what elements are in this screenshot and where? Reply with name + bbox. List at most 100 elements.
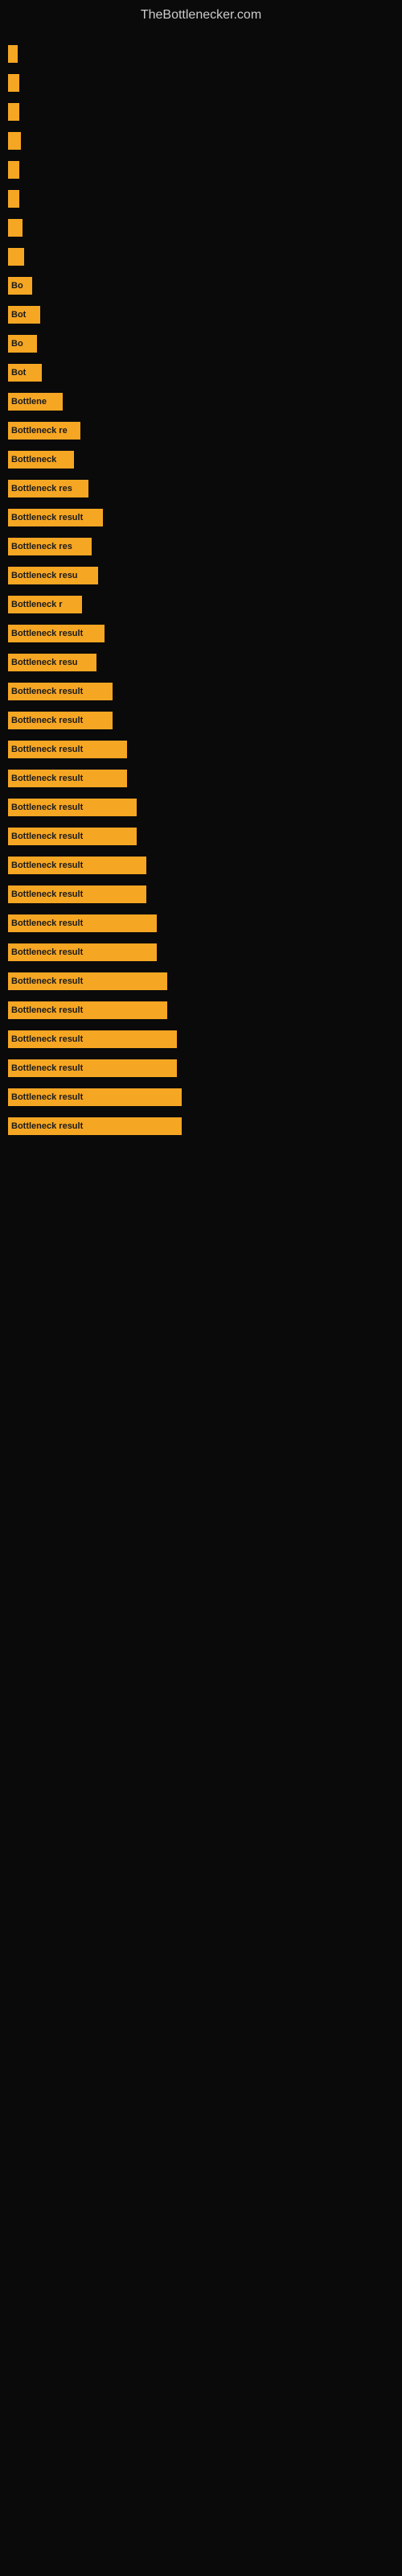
bar-36: Bottleneck result [8, 1059, 177, 1077]
bar-15: Bottleneck [8, 451, 74, 469]
bar-label-34: Bottleneck result [11, 1005, 83, 1015]
bar-label-13: Bottlene [11, 397, 47, 407]
bar-2 [8, 74, 19, 92]
bar-label-28: Bottleneck result [11, 832, 83, 841]
bar-row: Bottleneck re [8, 419, 394, 442]
bar-7 [8, 219, 23, 237]
bar-row: Bottleneck resu [8, 564, 394, 587]
bar-label-29: Bottleneck result [11, 861, 83, 870]
bar-row: Bottleneck result [8, 767, 394, 790]
bar-label-24: Bottleneck result [11, 716, 83, 725]
bar-20: Bottleneck r [8, 596, 82, 613]
bar-label-19: Bottleneck resu [11, 571, 78, 580]
bar-row [8, 246, 394, 268]
bar-37: Bottleneck result [8, 1088, 182, 1106]
bar-18: Bottleneck res [8, 538, 92, 555]
bar-row [8, 130, 394, 152]
bar-26: Bottleneck result [8, 770, 127, 787]
bar-21: Bottleneck result [8, 625, 105, 642]
bar-row: Bottleneck result [8, 709, 394, 732]
bar-9: Bo [8, 277, 32, 295]
bar-label-22: Bottleneck resu [11, 658, 78, 667]
bar-row: Bottleneck res [8, 535, 394, 558]
site-title-container: TheBottlenecker.com [0, 0, 402, 27]
bar-33: Bottleneck result [8, 972, 167, 990]
bar-row: Bottleneck result [8, 796, 394, 819]
bar-label-25: Bottleneck result [11, 745, 83, 754]
bar-row: Bot [8, 303, 394, 326]
bar-label-9: Bo [11, 281, 23, 291]
bar-label-15: Bottleneck [11, 455, 56, 464]
bar-row: Bottleneck resu [8, 651, 394, 674]
bar-row [8, 72, 394, 94]
bar-19: Bottleneck resu [8, 567, 98, 584]
bar-31: Bottleneck result [8, 914, 157, 932]
bar-label-36: Bottleneck result [11, 1063, 83, 1073]
bar-label-20: Bottleneck r [11, 600, 63, 609]
bar-row: Bottleneck result [8, 999, 394, 1022]
bar-label-32: Bottleneck result [11, 947, 83, 957]
bar-label-38: Bottleneck result [11, 1121, 83, 1131]
bar-12: Bot [8, 364, 42, 382]
bar-label-21: Bottleneck result [11, 629, 83, 638]
bar-30: Bottleneck result [8, 886, 146, 903]
bar-27: Bottleneck result [8, 799, 137, 816]
bar-1 [8, 45, 18, 63]
bar-row: Bottleneck res [8, 477, 394, 500]
bar-8 [8, 248, 24, 266]
bar-row: Bot [8, 361, 394, 384]
bar-label-31: Bottleneck result [11, 919, 83, 928]
bar-32: Bottleneck result [8, 943, 157, 961]
bar-3 [8, 103, 19, 121]
bar-label-11: Bo [11, 339, 23, 349]
bar-14: Bottleneck re [8, 422, 80, 440]
bar-24: Bottleneck result [8, 712, 113, 729]
bar-row: Bo [8, 332, 394, 355]
bar-row: Bottleneck result [8, 506, 394, 529]
bar-4 [8, 132, 21, 150]
bar-row: Bottleneck result [8, 1086, 394, 1108]
bar-row: Bottleneck result [8, 912, 394, 935]
bar-row: Bottleneck result [8, 970, 394, 993]
bar-5 [8, 161, 19, 179]
bar-17: Bottleneck result [8, 509, 103, 526]
bar-35: Bottleneck result [8, 1030, 177, 1048]
bar-28: Bottleneck result [8, 828, 137, 845]
bar-label-26: Bottleneck result [11, 774, 83, 783]
bar-row: Bottleneck result [8, 622, 394, 645]
bar-row [8, 43, 394, 65]
bar-label-10: Bot [11, 310, 26, 320]
bar-29: Bottleneck result [8, 857, 146, 874]
bar-label-27: Bottleneck result [11, 803, 83, 812]
bar-row: Bo [8, 275, 394, 297]
bar-label-23: Bottleneck result [11, 687, 83, 696]
bar-34: Bottleneck result [8, 1001, 167, 1019]
bar-row: Bottleneck r [8, 593, 394, 616]
bar-row [8, 188, 394, 210]
bar-label-17: Bottleneck result [11, 513, 83, 522]
bar-row: Bottleneck result [8, 1115, 394, 1137]
bar-row: Bottleneck result [8, 680, 394, 703]
bar-10: Bot [8, 306, 40, 324]
bar-22: Bottleneck resu [8, 654, 96, 671]
bar-16: Bottleneck res [8, 480, 88, 497]
bar-row: Bottleneck result [8, 738, 394, 761]
bars-container: Bo Bot Bo Bot Bottlene Bottleneck re Bottlenec… [0, 27, 402, 1152]
bar-row: Bottleneck result [8, 825, 394, 848]
bar-label-37: Bottleneck result [11, 1092, 83, 1102]
site-title: TheBottlenecker.com [0, 0, 402, 27]
bar-row [8, 159, 394, 181]
bar-row: Bottleneck result [8, 1028, 394, 1051]
bar-row: Bottleneck result [8, 883, 394, 906]
bar-25: Bottleneck result [8, 741, 127, 758]
bar-row: Bottleneck result [8, 1057, 394, 1080]
bar-13: Bottlene [8, 393, 63, 411]
bar-row [8, 217, 394, 239]
bar-label-12: Bot [11, 368, 26, 378]
bar-label-14: Bottleneck re [11, 426, 68, 436]
bar-label-33: Bottleneck result [11, 976, 83, 986]
bar-label-18: Bottleneck res [11, 542, 72, 551]
bar-row: Bottleneck [8, 448, 394, 471]
bar-label-30: Bottleneck result [11, 890, 83, 899]
bar-11: Bo [8, 335, 37, 353]
